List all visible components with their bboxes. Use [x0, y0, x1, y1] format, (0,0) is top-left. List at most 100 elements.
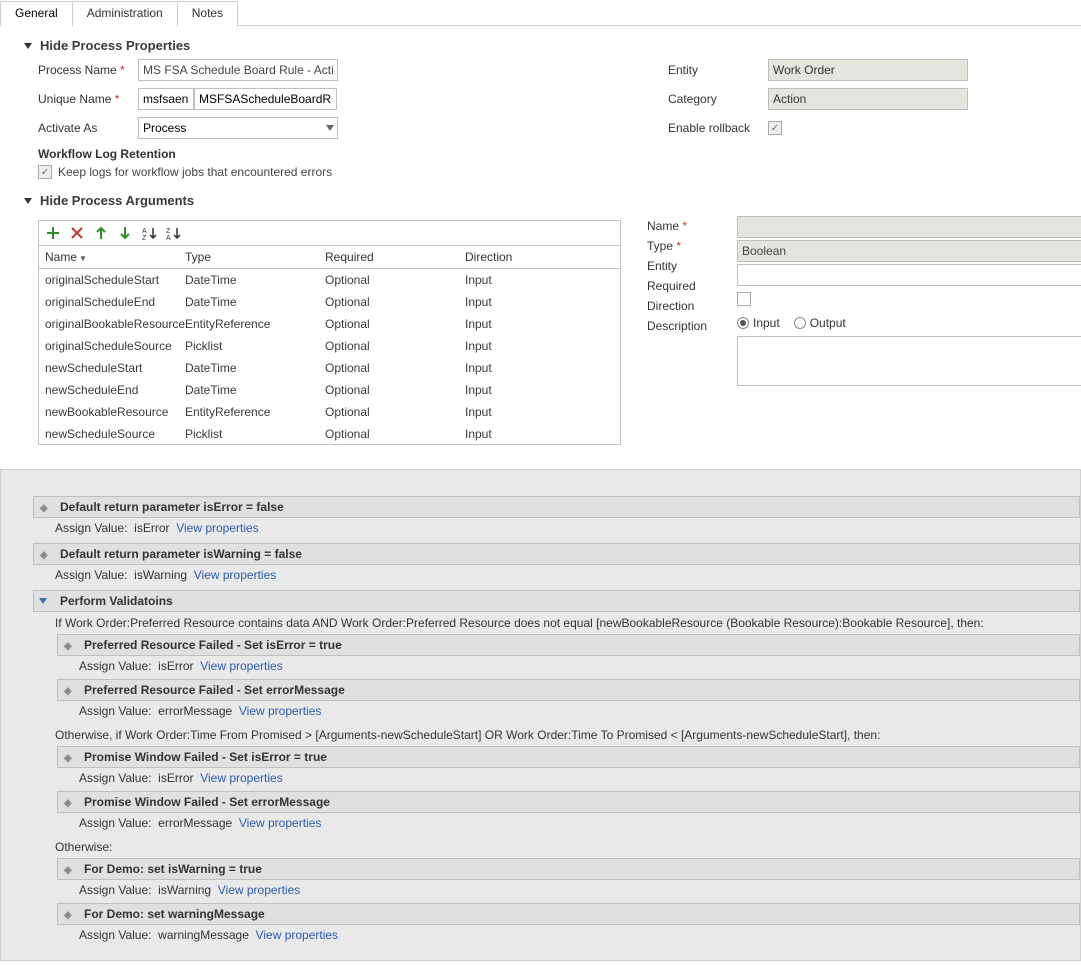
- step-title[interactable]: ◈ Preferred Resource Failed - Set errorM…: [57, 679, 1080, 701]
- arg-entity-label: Entity: [647, 259, 727, 273]
- move-down-icon[interactable]: [117, 225, 133, 241]
- cell-name: newScheduleSource: [45, 427, 185, 441]
- arg-direction-input-radio[interactable]: [737, 317, 749, 329]
- unique-name-prefix[interactable]: [138, 88, 194, 110]
- cell-type: DateTime: [185, 295, 325, 309]
- view-properties-link[interactable]: View properties: [194, 568, 277, 582]
- view-properties-link[interactable]: View properties: [200, 659, 283, 673]
- arg-description-label: Description: [647, 319, 727, 333]
- arg-name-label: Name *: [647, 219, 727, 233]
- arg-description-textarea[interactable]: [737, 336, 1081, 386]
- step-title[interactable]: Perform Validatoins: [33, 590, 1080, 612]
- cell-direction: Input: [465, 295, 600, 309]
- condition-text: Otherwise, if Work Order:Time From Promi…: [33, 724, 1080, 746]
- condition-text: Otherwise:: [33, 836, 1080, 858]
- col-name[interactable]: Name: [45, 250, 185, 264]
- step-title[interactable]: ◈ Default return parameter isError = fal…: [33, 496, 1080, 518]
- cell-name: originalBookableResource: [45, 317, 185, 331]
- cell-required: Optional: [325, 361, 465, 375]
- cell-name: originalScheduleStart: [45, 273, 185, 287]
- activate-as-select[interactable]: Process: [138, 117, 338, 139]
- cell-direction: Input: [465, 383, 600, 397]
- table-row[interactable]: originalScheduleEndDateTimeOptionalInput: [39, 291, 620, 313]
- steps-container: ◈ Default return parameter isError = fal…: [0, 469, 1081, 961]
- cell-type: EntityReference: [185, 405, 325, 419]
- view-properties-link[interactable]: View properties: [239, 816, 322, 830]
- sort-desc-icon[interactable]: ZA: [165, 225, 181, 241]
- cell-direction: Input: [465, 339, 600, 353]
- chevron-down-icon: [24, 43, 32, 49]
- table-row[interactable]: originalScheduleStartDateTimeOptionalInp…: [39, 269, 620, 291]
- arg-entity-input[interactable]: [737, 264, 1081, 286]
- arguments-body[interactable]: originalScheduleStartDateTimeOptionalInp…: [39, 269, 620, 444]
- view-properties-link[interactable]: View properties: [218, 883, 301, 897]
- col-type[interactable]: Type: [185, 250, 325, 264]
- cell-name: originalScheduleSource: [45, 339, 185, 353]
- keep-logs-label: Keep logs for workflow jobs that encount…: [58, 165, 332, 179]
- step-title[interactable]: ◈ Default return parameter isWarning = f…: [33, 543, 1080, 565]
- tab-general[interactable]: General: [0, 1, 73, 26]
- table-row[interactable]: originalBookableResourceEntityReferenceO…: [39, 313, 620, 335]
- step-title[interactable]: ◈ For Demo: set warningMessage: [57, 903, 1080, 925]
- section-title-properties: Hide Process Properties: [40, 38, 190, 53]
- cell-required: Optional: [325, 295, 465, 309]
- arg-name-input[interactable]: [737, 216, 1081, 238]
- delete-icon[interactable]: [69, 225, 85, 241]
- table-row[interactable]: newScheduleEndDateTimeOptionalInput: [39, 379, 620, 401]
- move-up-icon[interactable]: [93, 225, 109, 241]
- add-icon[interactable]: [45, 225, 61, 241]
- view-properties-link[interactable]: View properties: [256, 928, 339, 942]
- chevron-down-icon: [39, 598, 47, 604]
- unique-name-label: Unique Name *: [38, 92, 138, 106]
- cell-required: Optional: [325, 273, 465, 287]
- process-name-input[interactable]: [138, 59, 338, 81]
- cell-type: Picklist: [185, 339, 325, 353]
- table-row[interactable]: newScheduleSourcePicklistOptionalInput: [39, 423, 620, 444]
- arg-direction-output-radio[interactable]: [794, 317, 806, 329]
- table-row[interactable]: newScheduleStartDateTimeOptionalInput: [39, 357, 620, 379]
- arg-type-label: Type *: [647, 239, 727, 253]
- arg-required-checkbox[interactable]: [737, 292, 751, 306]
- step-title[interactable]: ◈ Promise Window Failed - Set errorMessa…: [57, 791, 1080, 813]
- view-properties-link[interactable]: View properties: [239, 704, 322, 718]
- toggle-process-arguments[interactable]: Hide Process Arguments: [24, 193, 1081, 208]
- cell-name: newScheduleEnd: [45, 383, 185, 397]
- unique-name-input[interactable]: [194, 88, 337, 110]
- keep-logs-checkbox[interactable]: ✓: [38, 165, 52, 179]
- activate-as-label: Activate As: [38, 121, 138, 135]
- col-required[interactable]: Required: [325, 250, 465, 264]
- step-detail: Assign Value: isError View properties: [57, 656, 1080, 679]
- step-detail: Assign Value: errorMessage View properti…: [57, 701, 1080, 724]
- cell-name: newBookableResource: [45, 405, 185, 419]
- cell-required: Optional: [325, 427, 465, 441]
- step-title[interactable]: ◈ Preferred Resource Failed - Set isErro…: [57, 634, 1080, 656]
- step-detail: Assign Value: isWarning View properties: [57, 880, 1080, 903]
- svg-text:A: A: [166, 235, 171, 241]
- arguments-toolbar: AZ ZA: [39, 221, 620, 246]
- step-detail: Assign Value: isError View properties: [33, 518, 1080, 541]
- toggle-process-properties[interactable]: Hide Process Properties: [24, 38, 1081, 53]
- cell-direction: Input: [465, 361, 600, 375]
- step-title[interactable]: ◈ For Demo: set isWarning = true: [57, 858, 1080, 880]
- cell-direction: Input: [465, 427, 600, 441]
- table-row[interactable]: originalScheduleSourcePicklistOptionalIn…: [39, 335, 620, 357]
- entity-label: Entity: [668, 63, 768, 77]
- step-detail: Assign Value: isError View properties: [57, 768, 1080, 791]
- cell-name: newScheduleStart: [45, 361, 185, 375]
- arguments-grid: AZ ZA Name Type Required Direction origi…: [38, 220, 621, 445]
- table-row[interactable]: newBookableResourceEntityReferenceOption…: [39, 401, 620, 423]
- col-direction[interactable]: Direction: [465, 250, 600, 264]
- sort-asc-icon[interactable]: AZ: [141, 225, 157, 241]
- cell-type: EntityReference: [185, 317, 325, 331]
- svg-text:Z: Z: [142, 235, 147, 241]
- condition-text: If Work Order:Preferred Resource contain…: [33, 612, 1080, 634]
- step-title[interactable]: ◈ Promise Window Failed - Set isError = …: [57, 746, 1080, 768]
- enable-rollback-checkbox[interactable]: ✓: [768, 121, 782, 135]
- cell-required: Optional: [325, 383, 465, 397]
- tab-notes[interactable]: Notes: [177, 1, 238, 26]
- view-properties-link[interactable]: View properties: [176, 521, 259, 535]
- arg-type-select[interactable]: Boolean: [737, 240, 1081, 262]
- cell-type: Picklist: [185, 427, 325, 441]
- tab-administration[interactable]: Administration: [72, 1, 178, 26]
- view-properties-link[interactable]: View properties: [200, 771, 283, 785]
